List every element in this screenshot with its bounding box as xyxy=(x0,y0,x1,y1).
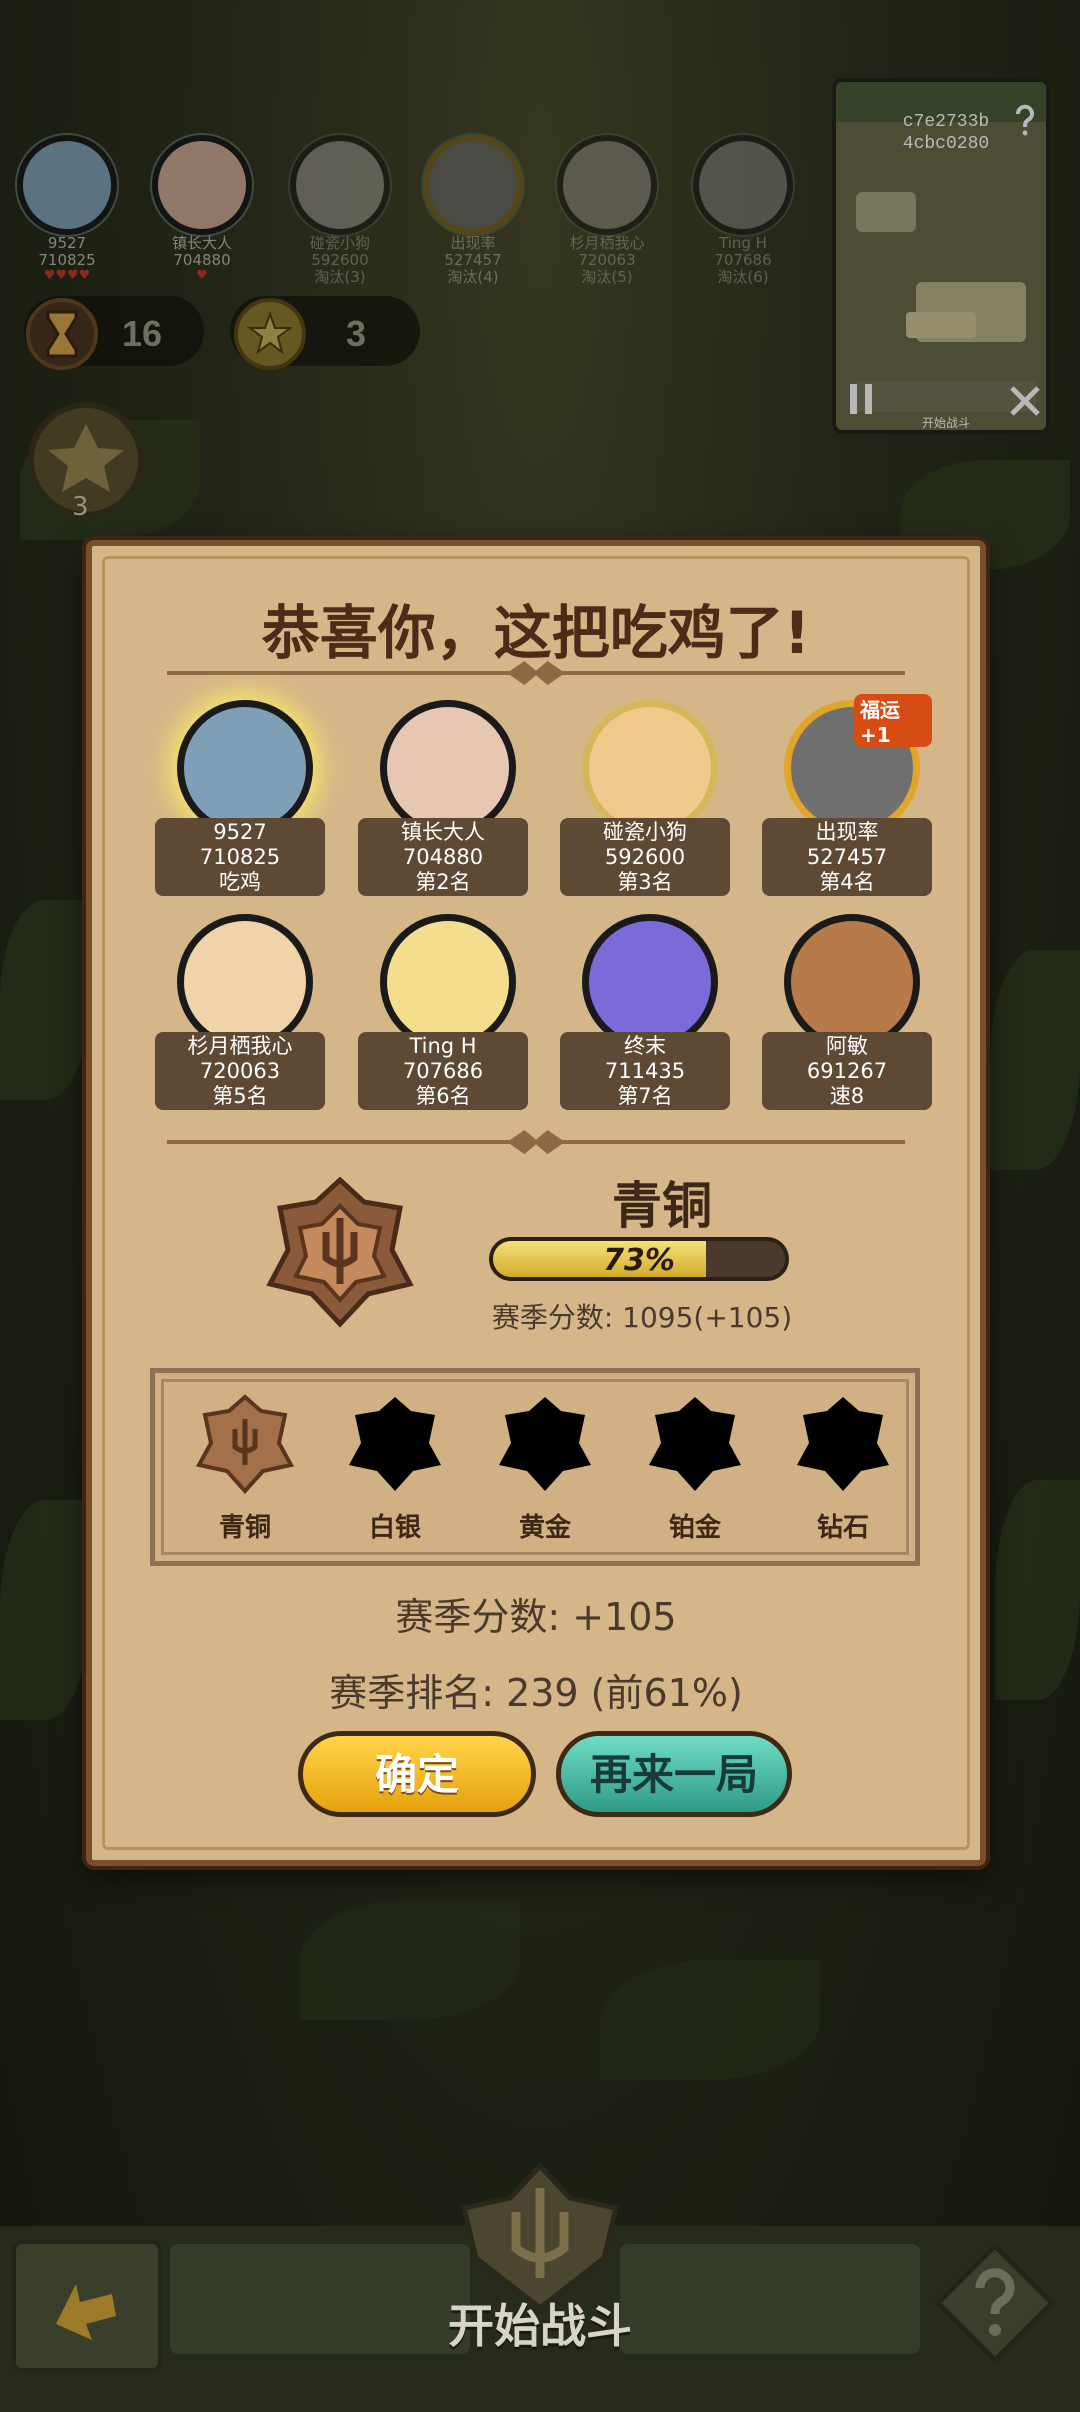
tier-diamond: 钻石 xyxy=(783,1391,903,1544)
player-name: 9527 xyxy=(213,820,267,844)
player-name: 碰瓷小狗 xyxy=(603,820,687,844)
tier-bronze: 青铜 xyxy=(185,1391,305,1544)
tier-progress-bar: 73% xyxy=(489,1237,789,1281)
player-name: 镇长大人 xyxy=(401,820,485,844)
rank-card[interactable]: 杉月栖我心 720063 第5名 xyxy=(155,914,325,1124)
player-score: 711435 xyxy=(604,1059,686,1083)
luck-badge: 福运+1 xyxy=(854,694,932,747)
rank-card[interactable]: 9527 710825 吃鸡 xyxy=(155,700,325,910)
confirm-button[interactable]: 确定 xyxy=(298,1731,536,1817)
avatar xyxy=(784,914,920,1050)
player-rank: 第5名 xyxy=(212,1084,268,1108)
player-rank: 第6名 xyxy=(415,1084,471,1108)
tier-gold: 黄金 xyxy=(485,1391,605,1544)
rank-card[interactable]: Ting H 707686 第6名 xyxy=(358,914,528,1124)
player-score: 720063 xyxy=(199,1059,281,1083)
tier-ladder: 青铜 白银 黄金 铂金 钻石 xyxy=(150,1368,920,1566)
avatar xyxy=(380,914,516,1050)
tier-label: 白银 xyxy=(368,1513,421,1543)
player-rank: 吃鸡 xyxy=(219,870,261,894)
tier-label: 青铜 xyxy=(218,1513,271,1543)
progress-percent: 73% xyxy=(603,1243,675,1278)
gold-tier-locked-icon xyxy=(499,1397,591,1491)
avatar xyxy=(582,700,718,836)
question-icon xyxy=(934,2242,1056,2364)
player-score: 592600 xyxy=(604,845,686,869)
tier-label: 黄金 xyxy=(518,1513,571,1543)
player-rank: 第7名 xyxy=(617,1084,673,1108)
rank-plate: 杉月栖我心 720063 第5名 xyxy=(155,1032,325,1110)
player-score: 704880 xyxy=(402,845,484,869)
player-name: 出现率 xyxy=(815,820,879,844)
tier-name: 青铜 xyxy=(612,1177,712,1235)
rank-card[interactable]: 福运+1 出现率 527457 第4名 xyxy=(762,694,932,910)
rank-plate: 碰瓷小狗 592600 第3名 xyxy=(560,818,730,896)
season-rank: 赛季排名: 239 (前61%) xyxy=(329,1671,743,1715)
avatar xyxy=(380,700,516,836)
rank-plate: 9527 710825 吃鸡 xyxy=(155,818,325,896)
help-button[interactable] xyxy=(930,2238,1060,2368)
player-score: 710825 xyxy=(199,845,281,869)
player-rank: 第4名 xyxy=(819,870,875,894)
player-rank: 速8 xyxy=(829,1084,865,1108)
player-score: 527457 xyxy=(806,845,888,869)
tier-silver: 白银 xyxy=(335,1391,455,1544)
rank-card[interactable]: 碰瓷小狗 592600 第3名 xyxy=(560,700,730,910)
result-dialog: 恭喜你，这把吃鸡了! 9527 710825 吃鸡 镇长大人 704880 第2… xyxy=(86,540,986,1866)
avatar xyxy=(177,914,313,1050)
player-score: 707686 xyxy=(402,1059,484,1083)
tier-platinum: 铂金 xyxy=(635,1391,755,1544)
play-again-button[interactable]: 再来一局 xyxy=(556,1731,792,1817)
player-name: 阿敏 xyxy=(826,1034,868,1058)
divider xyxy=(167,1130,905,1154)
divider xyxy=(167,661,905,685)
platinum-tier-locked-icon xyxy=(649,1397,741,1491)
back-button[interactable] xyxy=(12,2240,162,2372)
rank-plate: 出现率 527457 第4名 xyxy=(762,818,932,896)
season-score: 赛季分数: 1095(+105) xyxy=(491,1301,793,1334)
diamond-tier-locked-icon xyxy=(797,1397,889,1491)
start-battle-label[interactable]: 开始战斗 xyxy=(400,2290,680,2356)
bronze-tier-icon xyxy=(260,1172,420,1332)
tier-label: 铂金 xyxy=(668,1513,721,1543)
rank-plate: 阿敏 691267 速8 xyxy=(762,1032,932,1110)
rank-plate: 终末 711435 第7名 xyxy=(560,1032,730,1110)
bronze-tier-icon xyxy=(195,1394,295,1494)
player-rank: 第2名 xyxy=(415,870,471,894)
avatar xyxy=(177,700,313,836)
avatar xyxy=(582,914,718,1050)
rank-card[interactable]: 终末 711435 第7名 xyxy=(560,914,730,1124)
season-score-delta: 赛季分数: +105 xyxy=(395,1595,677,1639)
player-name: 杉月栖我心 xyxy=(187,1034,293,1058)
back-arrow-icon xyxy=(56,2284,116,2340)
tier-label: 钻石 xyxy=(816,1513,869,1543)
player-name: 终末 xyxy=(624,1034,666,1058)
player-score: 691267 xyxy=(806,1059,888,1083)
silver-tier-locked-icon xyxy=(349,1397,441,1491)
player-name: Ting H xyxy=(409,1034,477,1058)
rank-card[interactable]: 镇长大人 704880 第2名 xyxy=(358,700,528,910)
player-rank: 第3名 xyxy=(617,870,673,894)
dialog-title: 恭喜你，这把吃鸡了! xyxy=(261,599,811,667)
rank-plate: Ting H 707686 第6名 xyxy=(358,1032,528,1110)
rank-plate: 镇长大人 704880 第2名 xyxy=(358,818,528,896)
rank-card[interactable]: 阿敏 691267 速8 xyxy=(762,914,932,1124)
